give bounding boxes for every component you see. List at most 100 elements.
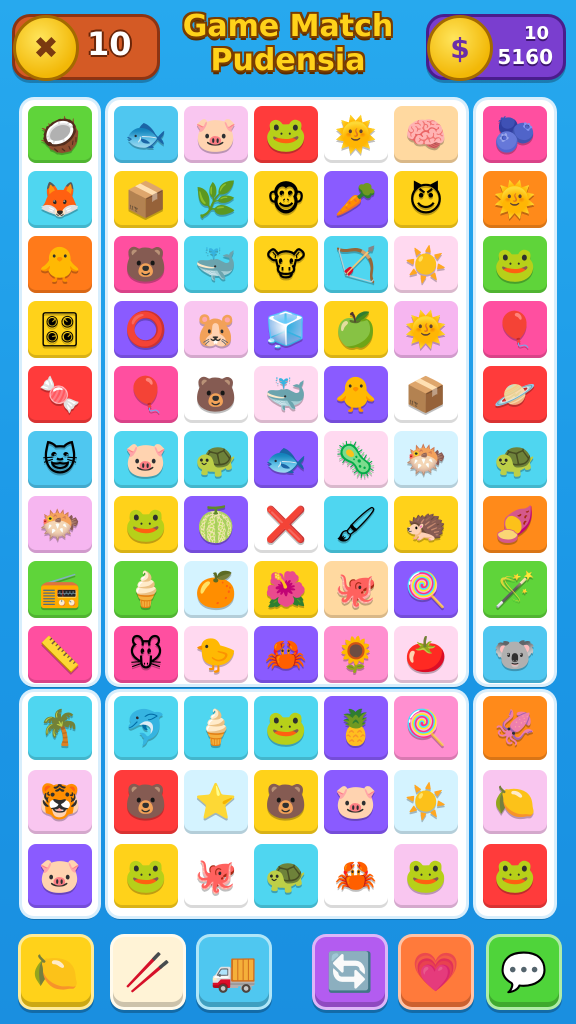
game-tile[interactable]: 🦊	[28, 171, 92, 228]
game-tile[interactable]: 🌺	[254, 561, 318, 618]
game-tile[interactable]: 🐻	[184, 366, 248, 423]
game-tile[interactable]: 🐙	[184, 844, 248, 908]
game-tile[interactable]: 🏹	[324, 236, 388, 293]
game-tile[interactable]: 🍦	[114, 561, 178, 618]
game-tile[interactable]: 🌻	[324, 626, 388, 683]
center-bottom-board: 🐬 🍦 🐸 🍍 🍭 🐻 ⭐ 🐻 🐷 ☀️ 🐸 🐙 🐢 🦀 🐸	[108, 692, 466, 916]
game-tile[interactable]: 🍭	[394, 696, 458, 760]
game-tile[interactable]: 🐵	[254, 171, 318, 228]
game-tile[interactable]: ⭐	[184, 770, 248, 834]
game-tile[interactable]: 🐥	[324, 366, 388, 423]
title-line-1: Game Match	[182, 9, 394, 44]
game-tile[interactable]: 🍬	[28, 366, 92, 423]
game-tile[interactable]: 🍠	[483, 496, 547, 553]
game-tile[interactable]: 🐢	[254, 844, 318, 908]
game-tile[interactable]: 🥥	[28, 106, 92, 163]
refresh-button[interactable]: 🔄	[312, 934, 388, 1010]
game-tile[interactable]: 🐟	[114, 106, 178, 163]
game-tile[interactable]: 🫐	[483, 106, 547, 163]
game-tile[interactable]: 📻	[28, 561, 92, 618]
game-tile[interactable]: ☀️	[394, 770, 458, 834]
game-tile[interactable]: 🎈	[483, 301, 547, 358]
game-tile[interactable]: 🍈	[184, 496, 248, 553]
game-tile[interactable]: 🥕	[324, 171, 388, 228]
game-tile[interactable]: 🐟	[254, 431, 318, 488]
game-tile[interactable]: 🍋	[483, 770, 547, 834]
game-tile[interactable]: 🦔	[394, 496, 458, 553]
game-tile[interactable]: 🐷	[114, 431, 178, 488]
game-tile[interactable]: 🪄	[483, 561, 547, 618]
game-tile[interactable]: 🧠	[394, 106, 458, 163]
game-tile[interactable]: 🍦	[184, 696, 248, 760]
game-tile[interactable]: 🐻	[254, 770, 318, 834]
tile-icon: 🐸	[493, 856, 537, 896]
game-tile[interactable]: ☀️	[394, 236, 458, 293]
game-tile[interactable]: 🍭	[394, 561, 458, 618]
game-tile[interactable]: 🐻	[114, 770, 178, 834]
game-tile[interactable]: 📏	[28, 626, 92, 683]
game-tile[interactable]: 🐤	[184, 626, 248, 683]
heart-button[interactable]: 💗	[398, 934, 474, 1010]
tile-icon: 🐷	[38, 856, 82, 896]
game-tile[interactable]: 📦	[114, 171, 178, 228]
game-tile[interactable]: 🐬	[114, 696, 178, 760]
tile-icon: 📦	[404, 374, 448, 415]
game-tile[interactable]: 🐯	[28, 770, 92, 834]
game-tile[interactable]: 😈	[394, 171, 458, 228]
game-tile[interactable]: 🌞	[394, 301, 458, 358]
tile-icon: 🐮	[265, 244, 307, 285]
game-tile[interactable]: 🎈	[114, 366, 178, 423]
game-tile[interactable]: 🐷	[324, 770, 388, 834]
game-tile[interactable]: 🐢	[184, 431, 248, 488]
game-tile[interactable]: 🐮	[254, 236, 318, 293]
game-tile[interactable]: 🐸	[254, 106, 318, 163]
game-tile[interactable]: 🐨	[483, 626, 547, 683]
truck-button[interactable]: 🚚	[196, 934, 272, 1010]
game-tile[interactable]: 🐥	[28, 236, 92, 293]
game-tile[interactable]: 🐸	[394, 844, 458, 908]
game-tile[interactable]: 🐭	[114, 626, 178, 683]
game-tile[interactable]: 🐸	[483, 844, 547, 908]
game-tile[interactable]: 🍅	[394, 626, 458, 683]
game-tile[interactable]: 🦑	[483, 696, 547, 760]
game-tile[interactable]: 🎛	[28, 301, 92, 358]
game-tile[interactable]: 🌴	[28, 696, 92, 760]
game-tile[interactable]: 🧊	[254, 301, 318, 358]
game-tile[interactable]: 🐸	[114, 844, 178, 908]
game-tile[interactable]: 🦠	[324, 431, 388, 488]
game-tile[interactable]: 🐳	[254, 366, 318, 423]
tile-icon: 🐸	[264, 114, 308, 155]
game-tile[interactable]: 🍍	[324, 696, 388, 760]
game-tile[interactable]: 🐡	[28, 496, 92, 553]
crossed-sticks-button[interactable]: 🥢	[110, 934, 186, 1010]
game-tile[interactable]: 🐹	[184, 301, 248, 358]
game-tile[interactable]: 🐡	[394, 431, 458, 488]
game-tile[interactable]: 🦀	[254, 626, 318, 683]
game-tile[interactable]: 📦	[394, 366, 458, 423]
game-tile[interactable]: 🐷	[28, 844, 92, 908]
game-tile[interactable]: 🍊	[184, 561, 248, 618]
game-tile[interactable]: 🖌	[324, 496, 388, 553]
game-tile[interactable]: 🐳	[184, 236, 248, 293]
game-tile[interactable]: 😺	[28, 431, 92, 488]
game-tile[interactable]: 🐷	[184, 106, 248, 163]
game-tile[interactable]: 🍏	[324, 301, 388, 358]
game-tile[interactable]: 🐻	[114, 236, 178, 293]
game-tile[interactable]: 🪐	[483, 366, 547, 423]
game-tile[interactable]: 🌞	[483, 171, 547, 228]
game-tile[interactable]: ❌	[254, 496, 318, 553]
game-tile[interactable]: ⭕	[114, 301, 178, 358]
chat-button[interactable]: 💬	[486, 934, 562, 1010]
game-tile[interactable]: 🐸	[254, 696, 318, 760]
game-tile[interactable]: 🐸	[114, 496, 178, 553]
tile-icon: 🧊	[264, 309, 308, 350]
game-tile[interactable]: 🐙	[324, 561, 388, 618]
game-tile[interactable]: 🐢	[483, 431, 547, 488]
game-tile[interactable]: 🌞	[324, 106, 388, 163]
game-tile[interactable]: 🌿	[184, 171, 248, 228]
score-counter: $ 10 5160	[426, 14, 566, 81]
game-tile[interactable]: 🐸	[483, 236, 547, 293]
game-tile[interactable]: 🦀	[324, 844, 388, 908]
tile-icon: 🐸	[264, 708, 308, 748]
lemon-button[interactable]: 🍋	[18, 934, 94, 1010]
